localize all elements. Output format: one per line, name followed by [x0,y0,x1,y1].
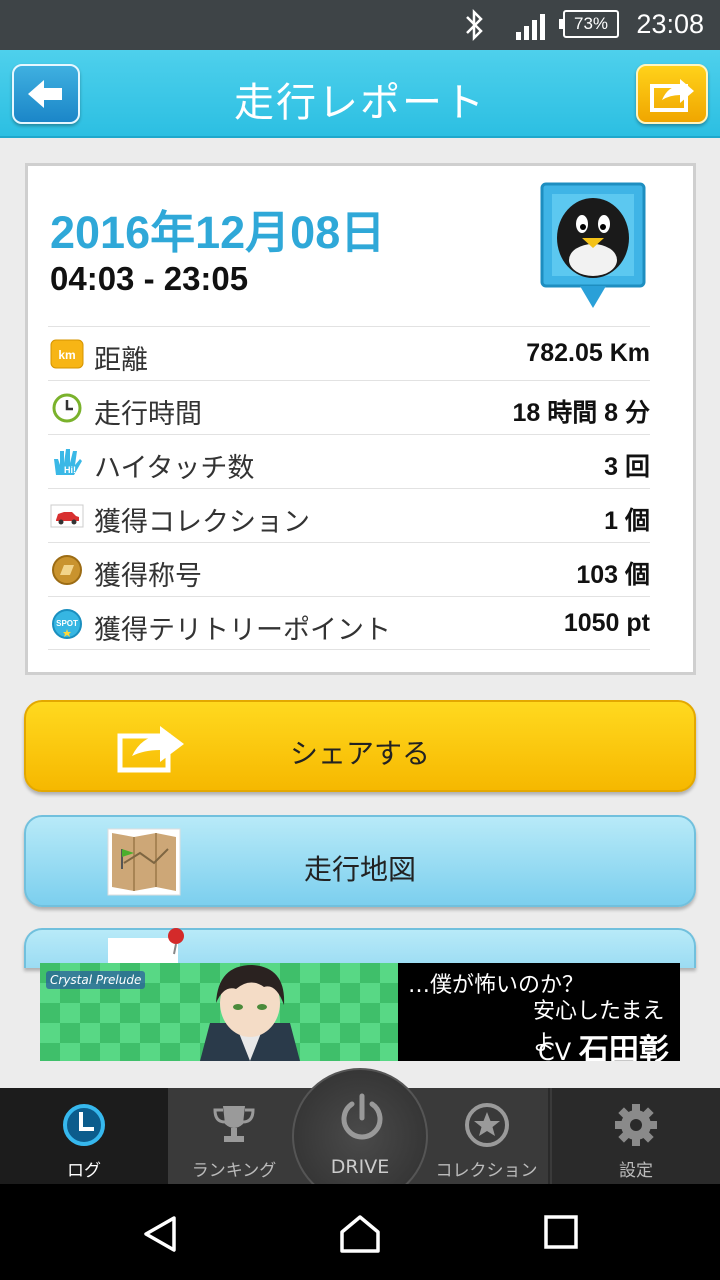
stats-list: km 距離 782.05 Km 走行時間 18 時間 8 分 Hi! ハイタッチ… [48,326,650,650]
stat-row-collection: 獲得コレクション 1 個 [48,488,650,542]
bluetooth-icon [466,8,483,42]
share-button[interactable]: シェアする [24,700,696,792]
penguin-avatar-icon[interactable] [540,182,646,312]
svg-text:SPOT: SPOT [56,619,78,628]
share-button-label: シェアする [289,737,430,770]
stat-value: 103 個 [576,561,650,589]
spot-map-button[interactable] [24,928,696,968]
pin-icon [108,928,184,966]
trophy-icon [213,1106,255,1142]
share-icon [650,79,694,112]
drive-map-button-label: 走行地図 [303,853,416,886]
km-icon: km [50,339,84,369]
share-header-button[interactable] [636,64,708,124]
character-portrait-icon [200,965,300,1061]
page-title: 走行レポート [234,80,486,126]
stat-value: 18 時間 8 分 [512,399,650,427]
tab-ranking-label: ランキング [191,1161,277,1181]
stat-row-drive-time: 走行時間 18 時間 8 分 [48,380,650,434]
report-date: 2016年12月08日 [50,207,386,258]
ad-logo: Crystal Prelude [46,971,146,989]
status-bar: 73% 23:08 [0,0,720,50]
stat-row-territory: SPOT 獲得テリトリーポイント 1050 pt [48,596,650,650]
svg-text:Hi!: Hi! [64,465,76,475]
ad-cv-name: 石田彰 [578,1033,669,1061]
battery-icon: 73% [559,10,619,38]
stat-label: 獲得コレクション [94,507,310,538]
medal-icon [52,555,82,585]
stat-row-titles: 獲得称号 103 個 [48,542,650,596]
app-header: 走行レポート [0,50,720,138]
stat-value: 782.05 Km [526,339,650,367]
battery-level: 73% [573,14,609,33]
stat-value: 1050 pt [563,609,650,637]
tab-collection-label: コレクション [435,1161,538,1181]
drive-button-label: DRIVE [330,1156,390,1178]
back-triangle-icon[interactable] [140,1214,180,1254]
clock: 23:08 [636,9,704,39]
report-card: 2016年12月08日 04:03 - 23:05 km 距離 782.05 K… [25,163,696,675]
tab-ranking[interactable]: ランキング [170,1088,298,1184]
spot-icon: SPOT [52,609,82,639]
hi-hand-icon: Hi! [54,449,82,475]
system-nav-bar [0,1184,720,1280]
stat-label: ハイタッチ数 [94,453,255,484]
stat-value: 1 個 [604,507,650,535]
tab-settings-label: 設定 [619,1161,653,1181]
tab-collection[interactable]: コレクション [425,1088,550,1184]
stat-label: 走行時間 [94,399,202,430]
tab-log[interactable]: ログ [0,1088,168,1184]
star-icon [464,1103,509,1147]
signal-icon [516,14,545,40]
report-time-range: 04:03 - 23:05 [50,260,249,297]
clock-icon [63,1104,105,1146]
gear-icon [615,1104,657,1146]
stat-label: 獲得テリトリーポイント [94,615,391,646]
ad-cv: CV 石田彰 [538,1025,669,1061]
tab-settings[interactable]: 設定 [552,1088,720,1184]
home-icon[interactable] [338,1214,382,1254]
clock-icon [52,393,82,423]
ad-cv-prefix: CV [538,1038,572,1061]
power-icon [341,1093,383,1140]
stat-label: 距離 [94,345,148,376]
stat-row-hitouch: Hi! ハイタッチ数 3 回 [48,434,650,488]
car-collection-icon [50,504,84,528]
stat-row-distance: km 距離 782.05 Km [48,326,650,380]
stat-value: 3 回 [604,453,650,481]
ad-banner[interactable]: Crystal Prelude …僕が怖いのか？ 安心したまえよ CV 石田彰 [40,963,680,1061]
drive-map-button[interactable]: 走行地図 [24,815,696,907]
svg-text:km: km [58,348,75,362]
recents-icon[interactable] [543,1214,579,1250]
stat-label: 獲得称号 [94,561,202,592]
tab-log-label: ログ [67,1161,101,1181]
